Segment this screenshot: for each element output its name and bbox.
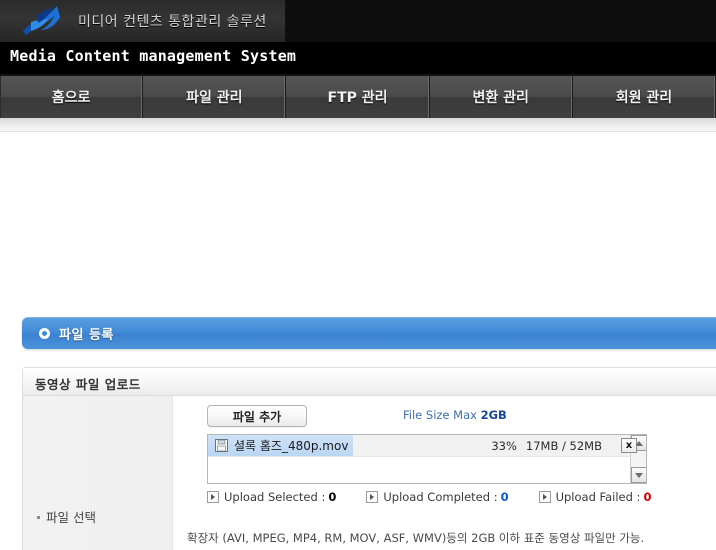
bird-logo-icon <box>23 6 60 35</box>
file-list-item[interactable]: 셜록 홈즈_480p.mov 33% 17MB / 52MB x <box>208 435 646 457</box>
ring-icon <box>39 328 50 339</box>
add-file-row: 파일 추가 File Size Max 2GB <box>207 405 647 429</box>
max-file-size-note: File Size Max 2GB <box>403 408 507 422</box>
panel-body: 파일 선택 파일 추가 File Size Max 2GB 셜록 홈즈_480p… <box>23 396 716 550</box>
system-title-bar: Media Content management System <box>0 42 716 74</box>
scroll-down-button[interactable] <box>631 467 646 483</box>
section-title: 파일 등록 <box>59 328 114 343</box>
add-file-button[interactable]: 파일 추가 <box>207 405 307 427</box>
counter-upload-failed: Upload Failed : 0 <box>538 490 652 504</box>
counter-upload-completed: Upload Completed : 0 <box>366 490 509 504</box>
nav-tab-ftp-management[interactable]: FTP 관리 <box>286 76 430 118</box>
panel-title: 동영상 파일 업로드 <box>35 377 141 392</box>
section-header: 파일 등록 <box>22 317 716 349</box>
nav-underline-strip <box>0 118 716 132</box>
page-content: 파일 등록 동영상 파일 업로드 파일 선택 파일 추가 File Size M… <box>0 132 716 550</box>
upload-panel: 동영상 파일 업로드 파일 선택 파일 추가 File Size Max 2GB <box>22 367 716 550</box>
counter-failed-label: Upload Failed : <box>555 490 641 504</box>
max-size-value: 2GB <box>480 408 507 422</box>
panel-header: 동영상 파일 업로드 <box>23 368 716 396</box>
file-size: 17MB / 52MB <box>525 439 602 453</box>
brand-band: 미디어 컨텐츠 통합관리 솔루션 <box>0 0 716 42</box>
file-percent: 33% <box>491 439 517 453</box>
field-label-column: 파일 선택 <box>23 396 173 550</box>
logo-plate: 미디어 컨텐츠 통합관리 솔루션 <box>0 0 286 42</box>
counter-selected-value: 0 <box>328 490 337 504</box>
counter-selected-label: Upload Selected : <box>224 490 326 504</box>
counter-upload-selected: Upload Selected : 0 <box>207 490 336 504</box>
play-marker-icon <box>366 491 379 503</box>
upload-counters: Upload Selected : 0 Upload Completed : 0… <box>207 490 651 504</box>
play-marker-icon <box>207 491 219 503</box>
system-title: Media Content management System <box>10 47 297 65</box>
file-list-box[interactable]: 셜록 홈즈_480p.mov 33% 17MB / 52MB x <box>207 434 647 484</box>
format-note: 확장자 (AVI, MPEG, MP4, RM, MOV, ASF, WMV)등… <box>187 531 645 545</box>
remove-file-button[interactable]: x <box>621 438 637 453</box>
nav-tab-home[interactable]: 홈으로 <box>0 76 144 118</box>
main-navigation: 홈으로 파일 관리 FTP 관리 변환 관리 회원 관리 <box>0 74 716 118</box>
upload-controls-column: 파일 추가 File Size Max 2GB 셜록 홈즈_480p.mov 3… <box>173 396 716 550</box>
file-name: 셜록 홈즈_480p.mov <box>234 439 349 453</box>
play-marker-icon <box>538 491 551 503</box>
nav-tab-conversion-management[interactable]: 변환 관리 <box>430 76 573 118</box>
max-size-prefix: File Size Max <box>403 408 481 422</box>
chevron-down-icon <box>635 472 643 478</box>
floppy-file-icon <box>215 439 228 452</box>
counter-completed-value: 0 <box>500 490 509 504</box>
file-progress-stats: 33% 17MB / 52MB <box>491 439 602 453</box>
field-label-text: 파일 선택 <box>46 510 96 525</box>
brand-tagline: 미디어 컨텐츠 통합관리 솔루션 <box>78 14 267 30</box>
counter-failed-value: 0 <box>643 490 652 504</box>
counter-completed-label: Upload Completed : <box>383 490 498 504</box>
bullet-icon <box>37 516 40 519</box>
field-label-file-select: 파일 선택 <box>37 507 96 526</box>
nav-tab-file-management[interactable]: 파일 관리 <box>143 76 287 118</box>
nav-tab-member-management[interactable]: 회원 관리 <box>573 76 716 118</box>
